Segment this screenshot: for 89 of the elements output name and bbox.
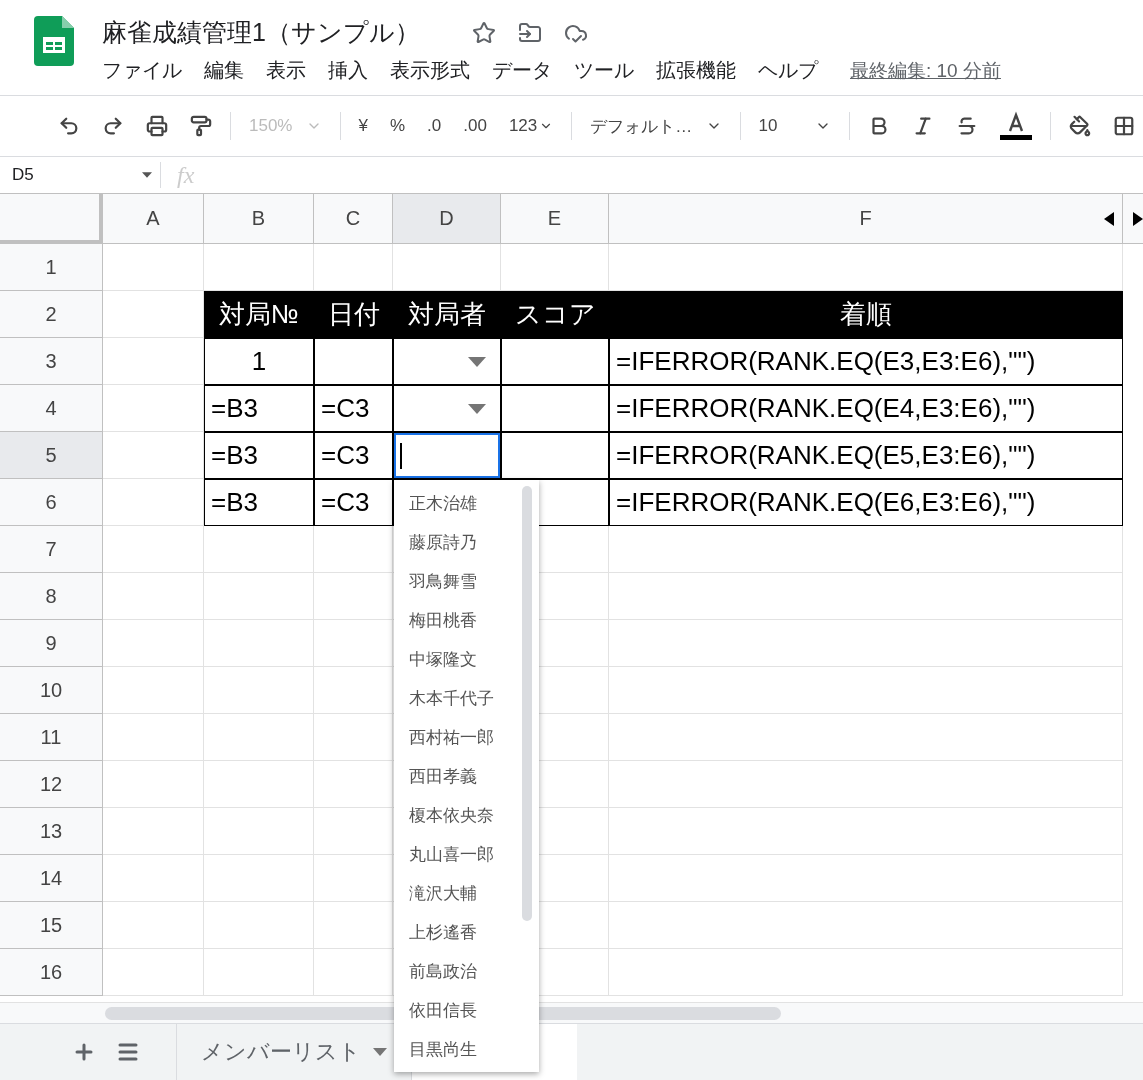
- header-cell[interactable]: 対局者: [393, 291, 501, 338]
- column-header[interactable]: C: [314, 194, 393, 244]
- row-header[interactable]: 12: [0, 761, 103, 808]
- table-cell[interactable]: =B3: [204, 385, 314, 432]
- header-cell[interactable]: 対局№: [204, 291, 314, 338]
- table-cell[interactable]: [501, 432, 609, 479]
- column-header[interactable]: A: [103, 194, 204, 244]
- row-header[interactable]: 8: [0, 573, 103, 620]
- column-header[interactable]: B: [204, 194, 314, 244]
- table-cell[interactable]: [314, 338, 393, 385]
- column-header[interactable]: D: [393, 194, 501, 244]
- table-cell[interactable]: [501, 385, 609, 432]
- name-box[interactable]: D5: [0, 162, 161, 188]
- dropdown-caret-icon[interactable]: [142, 172, 152, 178]
- currency-button[interactable]: ¥: [350, 108, 376, 144]
- sheets-logo[interactable]: [34, 16, 74, 66]
- dropdown-option[interactable]: 上杉遙香: [394, 913, 522, 952]
- row-header[interactable]: 5: [0, 432, 103, 479]
- table-cell[interactable]: =C3: [314, 385, 393, 432]
- menu-item[interactable]: 拡張機能: [656, 57, 736, 84]
- dropdown-option[interactable]: 西田孝義: [394, 757, 522, 796]
- row-header[interactable]: 10: [0, 667, 103, 714]
- row-header[interactable]: 1: [0, 244, 103, 291]
- decrease-decimal-button[interactable]: .0: [419, 108, 450, 144]
- dropdown-option[interactable]: 榎本依央奈: [394, 796, 522, 835]
- menu-item[interactable]: 表示形式: [390, 57, 470, 84]
- row-header[interactable]: 6: [0, 479, 103, 526]
- menu-item[interactable]: ヘルプ: [758, 57, 818, 84]
- table-cell[interactable]: =IFERROR(RANK.EQ(E5,E3:E6),""): [609, 432, 1123, 479]
- dropdown-caret-icon[interactable]: [373, 1048, 387, 1056]
- dropdown-option[interactable]: 西村祐一郎: [394, 718, 522, 757]
- row-header[interactable]: 13: [0, 808, 103, 855]
- row-header[interactable]: 9: [0, 620, 103, 667]
- row-header[interactable]: 11: [0, 714, 103, 761]
- dropdown-option[interactable]: 滝沢大輔: [394, 874, 522, 913]
- table-cell[interactable]: 1: [204, 338, 314, 385]
- increase-decimal-button[interactable]: .00: [455, 108, 495, 144]
- dropdown-caret-icon[interactable]: [468, 403, 486, 414]
- table-cell[interactable]: [393, 385, 501, 432]
- menu-item[interactable]: 挿入: [328, 57, 368, 84]
- document-title[interactable]: 麻雀成績管理1（サンプル）: [102, 16, 420, 49]
- dropdown-option[interactable]: 羽鳥舞雪: [394, 562, 522, 601]
- dropdown-option[interactable]: 木本千代子: [394, 679, 522, 718]
- table-cell[interactable]: [501, 338, 609, 385]
- dropdown-option[interactable]: 中塚隆文: [394, 640, 522, 679]
- dropdown-option[interactable]: 正木治雄: [394, 484, 522, 523]
- dropdown-option[interactable]: 前島政治: [394, 952, 522, 991]
- column-header[interactable]: F: [609, 194, 1123, 244]
- row-header[interactable]: 3: [0, 338, 103, 385]
- table-cell[interactable]: =IFERROR(RANK.EQ(E6,E3:E6),""): [609, 479, 1123, 526]
- column-header[interactable]: E: [501, 194, 609, 244]
- scroll-left-icon[interactable]: [1104, 212, 1114, 226]
- select-all-corner[interactable]: [0, 194, 103, 244]
- table-cell[interactable]: =B3: [204, 479, 314, 526]
- scrollbar-thumb[interactable]: [522, 486, 532, 921]
- menu-item[interactable]: 編集: [204, 57, 244, 84]
- star-icon[interactable]: [471, 20, 496, 45]
- header-cell[interactable]: 日付: [314, 291, 393, 338]
- header-cell[interactable]: スコア: [501, 291, 609, 338]
- number-format-button[interactable]: 123: [500, 108, 562, 144]
- table-cell[interactable]: =IFERROR(RANK.EQ(E3,E3:E6),""): [609, 338, 1123, 385]
- table-cell[interactable]: [393, 338, 501, 385]
- row-header[interactable]: 2: [0, 291, 103, 338]
- dropdown-option[interactable]: 丸山喜一郎: [394, 835, 522, 874]
- dropdown-option[interactable]: 梅田桃香: [394, 601, 522, 640]
- row-header[interactable]: 4: [0, 385, 103, 432]
- text-cursor: [400, 442, 402, 469]
- row-header[interactable]: 16: [0, 949, 103, 996]
- table-cell[interactable]: =C3: [314, 479, 393, 526]
- table-cell[interactable]: =C3: [314, 432, 393, 479]
- last-edit-link[interactable]: 最終編集: 10 分前: [850, 57, 1001, 84]
- row-header[interactable]: 15: [0, 902, 103, 949]
- scroll-right-icon[interactable]: [1133, 211, 1143, 226]
- dropdown-caret-icon[interactable]: [468, 356, 486, 367]
- header-cell[interactable]: 着順: [609, 291, 1123, 338]
- font-select[interactable]: デフォルト…: [582, 108, 730, 144]
- percent-button[interactable]: %: [381, 108, 414, 144]
- move-folder-icon[interactable]: [517, 20, 542, 45]
- menu-item[interactable]: 表示: [266, 57, 306, 84]
- font-size-select[interactable]: 10: [750, 108, 840, 144]
- table-cell[interactable]: =B3: [204, 432, 314, 479]
- table-cell[interactable]: =IFERROR(RANK.EQ(E4,E3:E6),""): [609, 385, 1123, 432]
- dropdown-option[interactable]: 藤原詩乃: [394, 523, 522, 562]
- row-header[interactable]: 14: [0, 855, 103, 902]
- row-header[interactable]: 7: [0, 526, 103, 573]
- menu-item[interactable]: データ: [492, 57, 552, 84]
- menu-item[interactable]: ツール: [574, 57, 634, 84]
- menu-item[interactable]: ファイル: [102, 57, 182, 84]
- table-cell[interactable]: [393, 432, 501, 479]
